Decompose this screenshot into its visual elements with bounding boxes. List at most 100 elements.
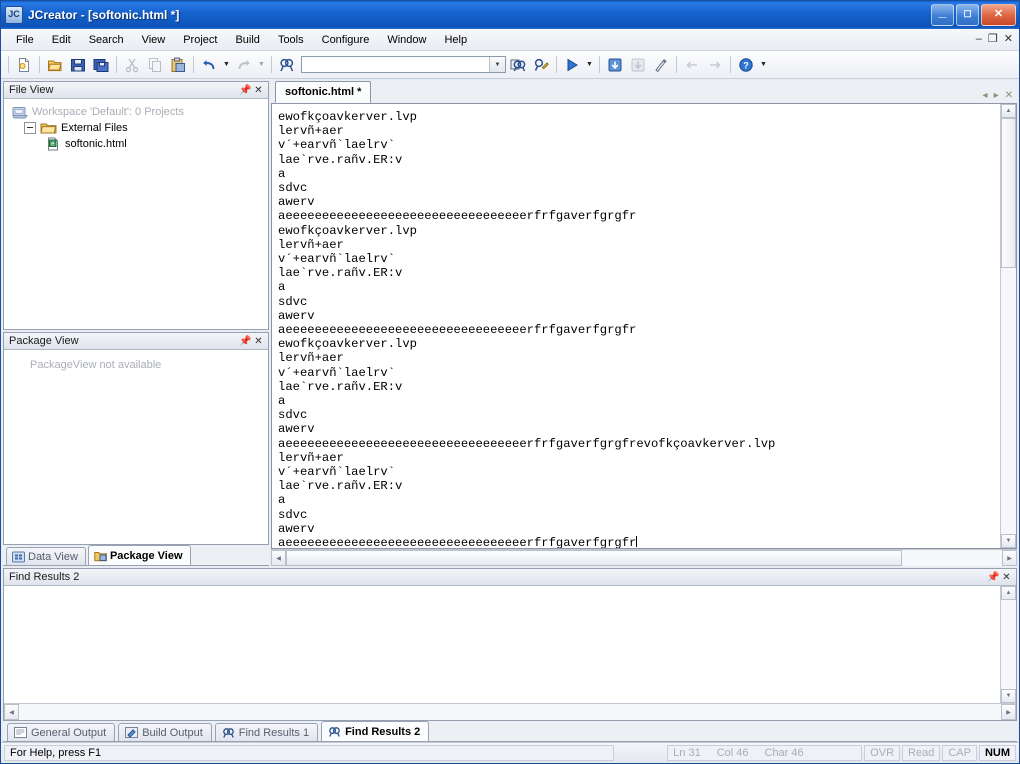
scroll-down-button[interactable]: ▼ [1001,534,1016,548]
status-help-text: For Help, press F1 [4,745,614,761]
code-line-with-caret: aeeeeeeeeeeeeeeeeeeeeeeeeeeeeeeeeerfrfga… [278,536,1000,548]
vertical-scroll-track[interactable] [1001,600,1016,689]
menu-search[interactable]: Search [80,31,133,49]
cut-button[interactable] [121,54,143,75]
maximize-button[interactable]: ☐ [956,4,979,26]
window-title: JCreator - [softonic.html *] [28,8,931,22]
find-in-files-button[interactable] [507,54,529,75]
tree-node-softonic-html[interactable]: e softonic.html [8,136,268,152]
scroll-up-button[interactable]: ▲ [1001,104,1016,118]
editor-tab-bar: softonic.html * ◂ ▸ ✕ [271,81,1017,104]
code-line: sdvc [278,295,1000,309]
compile-project-button[interactable] [627,54,649,75]
scroll-right-button[interactable]: ▶ [1002,550,1017,566]
toolbar-sep-1 [39,56,40,73]
paste-button[interactable] [167,54,189,75]
code-text-area[interactable]: ewofkçoavkerver.lvp lervñ+aer v´+earvñ`l… [272,104,1000,548]
save-all-button[interactable] [90,54,112,75]
replace-button[interactable] [530,54,552,75]
tree-toggle-external-files[interactable] [24,122,36,134]
find-results-body[interactable]: ▲ ▼ [4,586,1016,703]
tab-find-results-2[interactable]: Find Results 2 [321,721,429,741]
horizontal-scroll-track[interactable] [19,704,1001,720]
editor-horizontal-scrollbar[interactable]: ◀ ▶ [271,549,1017,566]
pin-icon[interactable]: 📌 [239,84,252,97]
vertical-scroll-thumb[interactable] [1001,118,1016,268]
menu-help[interactable]: Help [435,31,476,49]
mdi-minimize-button[interactable]: – [976,34,982,45]
chevron-right-icon[interactable]: ▸ [994,90,999,101]
toolbar-sep-2 [116,56,117,73]
chevron-left-icon[interactable]: ◂ [983,90,988,101]
next-error-button[interactable] [704,54,726,75]
tab-general-output[interactable]: General Output [7,723,115,741]
find-results-panel: Find Results 2 📌 ✕ ▲ ▼ ◀ ▶ [3,568,1017,721]
undo-button[interactable] [198,54,220,75]
editor-vertical-scrollbar[interactable]: ▲ ▼ [1000,104,1016,548]
scroll-right-button[interactable]: ▶ [1001,704,1016,720]
output-tab-bar: General Output Build Output [3,721,1017,742]
tree-label-workspace: Workspace 'Default': 0 Projects [32,106,184,118]
code-line: awerv [278,309,1000,323]
new-file-button[interactable] [13,54,35,75]
code-line: v´+earvñ`laelrv` [278,366,1000,380]
menu-edit[interactable]: Edit [43,31,80,49]
copy-button[interactable] [144,54,166,75]
undo-dropdown-arrow[interactable]: ▼ [221,54,232,75]
tab-build-output[interactable]: Build Output [118,723,212,741]
tree-node-workspace[interactable]: Workspace 'Default': 0 Projects [8,104,268,120]
mdi-restore-button[interactable]: ❐ [988,34,998,45]
menu-window[interactable]: Window [378,31,435,49]
editor-tab-softonic-html[interactable]: softonic.html * [275,81,371,103]
close-button[interactable]: ✕ [981,4,1016,26]
close-icon[interactable]: ✕ [252,84,265,97]
scroll-left-button[interactable]: ◀ [4,704,19,720]
vertical-scroll-track[interactable] [1001,118,1016,534]
help-button[interactable]: ? [735,54,757,75]
menu-file[interactable]: File [7,31,43,49]
find-results-vertical-scrollbar[interactable]: ▲ ▼ [1000,586,1016,703]
scroll-down-button[interactable]: ▼ [1001,689,1016,703]
stop-button[interactable] [650,54,672,75]
search-dropdown-arrow[interactable]: ▼ [489,57,505,72]
tab-package-view[interactable]: Package View [88,545,191,565]
horizontal-scroll-track[interactable] [286,550,1002,566]
menu-tools[interactable]: Tools [269,31,313,49]
find-button[interactable] [276,54,298,75]
html-file-icon: e [46,137,61,151]
find-results-horizontal-scrollbar[interactable]: ◀ ▶ [4,703,1016,720]
save-button[interactable] [67,54,89,75]
prev-error-button[interactable] [681,54,703,75]
run-button[interactable] [561,54,583,75]
compile-button[interactable] [604,54,626,75]
tree-node-external-files[interactable]: External Files [8,120,268,136]
code-line: lae`rve.rañv.ER:v [278,380,1000,394]
tab-data-view[interactable]: Data View [6,547,86,565]
menu-configure[interactable]: Configure [313,31,379,49]
close-icon[interactable]: ✕ [1000,571,1013,584]
editor-area: softonic.html * ◂ ▸ ✕ ewofkçoavkerver.lv… [271,81,1017,566]
menu-view[interactable]: View [133,31,175,49]
tree-label-softonic-html: softonic.html [65,138,127,150]
scroll-left-button[interactable]: ◀ [271,550,286,566]
pin-icon[interactable]: 📌 [987,571,1000,584]
tab-build-output-label: Build Output [142,727,203,739]
horizontal-scroll-thumb[interactable] [286,550,902,566]
minimize-button[interactable]: _ [931,4,954,26]
close-icon[interactable]: ✕ [252,335,265,348]
menu-project[interactable]: Project [174,31,226,49]
pin-icon[interactable]: 📌 [239,335,252,348]
search-combo[interactable]: ▼ [301,56,506,73]
scroll-up-button[interactable]: ▲ [1001,586,1016,600]
code-line: awerv [278,422,1000,436]
tab-find-results-1[interactable]: Find Results 1 [215,723,318,741]
package-view-title: Package View [9,335,239,347]
redo-button[interactable] [233,54,255,75]
close-icon[interactable]: ✕ [1005,90,1013,101]
menu-build[interactable]: Build [226,31,268,49]
run-dropdown-arrow[interactable]: ▼ [584,54,595,75]
open-file-button[interactable] [44,54,66,75]
redo-dropdown-arrow[interactable]: ▼ [256,54,267,75]
help-dropdown-arrow[interactable]: ▼ [758,54,769,75]
mdi-close-button[interactable]: ✕ [1004,34,1013,45]
